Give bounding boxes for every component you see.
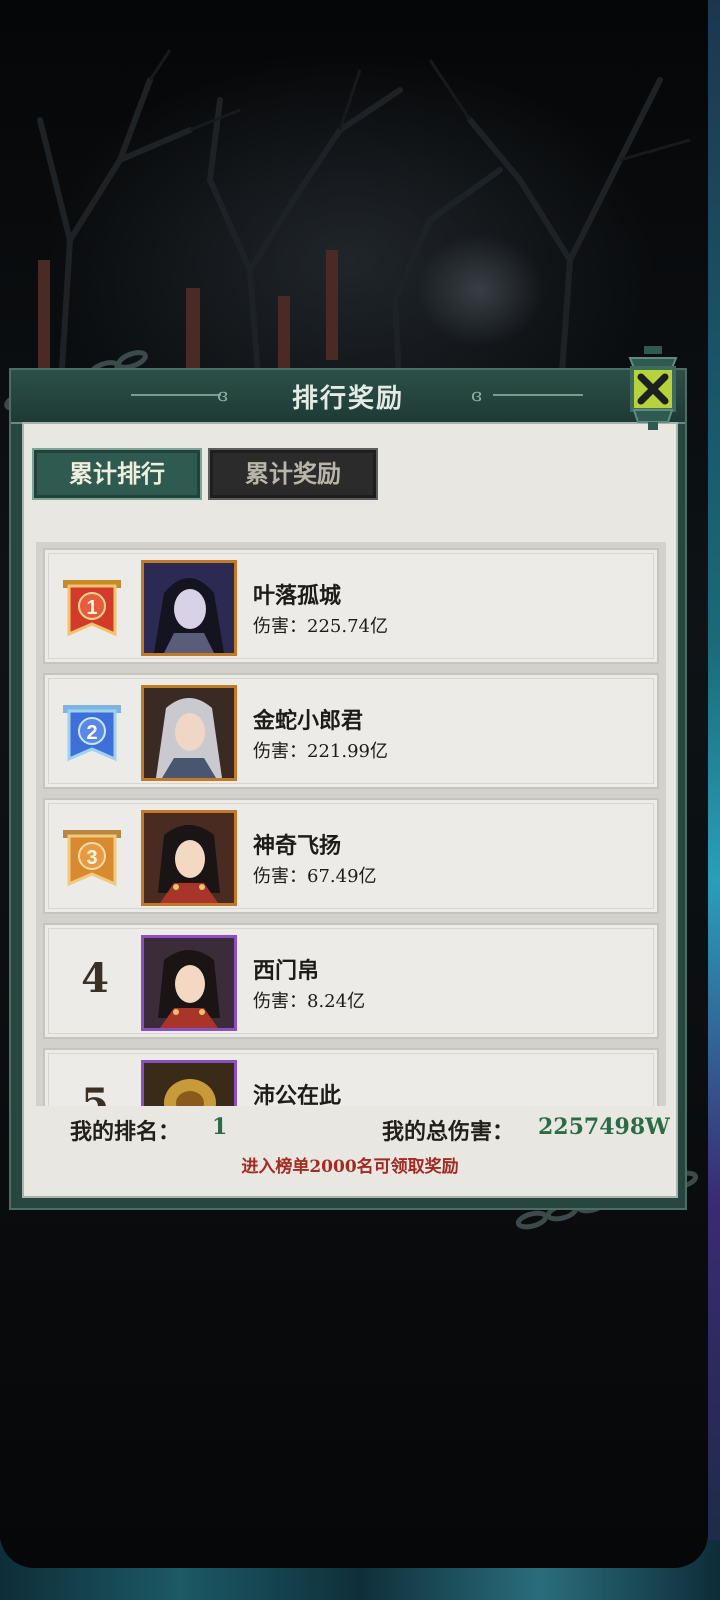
panel-content: 累计排行 累计奖励 1 叶落孤城 伤害：225.74亿 2 金蛇小郎君 伤害：2… <box>22 422 678 1198</box>
rank-number: 4 <box>81 955 109 1002</box>
panel-title-bar: ɞ ɞ 排行奖励 <box>11 370 685 424</box>
player-damage: 伤害：8.24亿 <box>253 991 366 1012</box>
player-avatar <box>141 560 237 656</box>
tab-cumulative-rewards[interactable]: 累计奖励 <box>208 448 378 500</box>
close-x-lantern-icon[interactable] <box>622 344 684 432</box>
hero-portrait-icon <box>144 813 234 903</box>
ranking-list[interactable]: 1 叶落孤城 伤害：225.74亿 2 金蛇小郎君 伤害：221.99亿 3 神… <box>36 542 666 1106</box>
reward-hint: 进入榜单2000名可领取奖励 <box>241 1157 459 1177</box>
svg-text:3: 3 <box>86 847 97 869</box>
rank-1-banner-icon: 1 <box>63 580 121 637</box>
ranking-row[interactable]: 1 叶落孤城 伤害：225.74亿 <box>43 548 659 664</box>
svg-text:1: 1 <box>86 597 97 619</box>
rank-number: 5 <box>81 1080 109 1106</box>
player-name: 金蛇小郎君 <box>253 708 364 734</box>
player-avatar <box>141 685 237 781</box>
hero-portrait-icon <box>144 688 234 778</box>
player-name: 西门帛 <box>253 958 320 984</box>
player-damage: 伤害：67.49亿 <box>253 866 377 887</box>
player-damage: 伤害：225.74亿 <box>253 616 388 637</box>
svg-text:2: 2 <box>86 722 97 744</box>
player-name: 神奇飞扬 <box>253 833 342 859</box>
rank-reward-panel: ɞ ɞ 排行奖励 累计排行 累计奖励 1 叶落孤城 伤害：225.74亿 2 金… <box>9 368 687 1210</box>
player-avatar <box>141 810 237 906</box>
hero-portrait-icon <box>144 1063 234 1106</box>
hero-portrait-icon <box>144 563 234 653</box>
panel-title: 排行奖励 <box>291 384 404 414</box>
player-avatar <box>141 935 237 1031</box>
tab-cumulative-ranking[interactable]: 累计排行 <box>32 448 202 500</box>
my-rank-value: 1 <box>212 1114 228 1140</box>
player-name: 叶落孤城 <box>253 583 342 609</box>
player-damage: 伤害：221.99亿 <box>253 741 388 762</box>
rank-2-banner-icon: 2 <box>63 705 121 762</box>
rank-3-banner-icon: 3 <box>63 830 121 887</box>
my-total-damage-value: 2257498W <box>538 1114 670 1140</box>
my-rank-label: 我的排名： <box>70 1119 181 1145</box>
ranking-row[interactable]: 5 沛公在此 <box>43 1048 659 1106</box>
player-name: 沛公在此 <box>253 1083 342 1106</box>
hero-portrait-icon <box>144 938 234 1028</box>
player-avatar <box>141 1060 237 1106</box>
ranking-row[interactable]: 4 西门帛 伤害：8.24亿 <box>43 923 659 1039</box>
ranking-row[interactable]: 2 金蛇小郎君 伤害：221.99亿 <box>43 673 659 789</box>
ranking-row[interactable]: 3 神奇飞扬 伤害：67.49亿 <box>43 798 659 914</box>
my-total-damage-label: 我的总伤害： <box>382 1119 515 1145</box>
